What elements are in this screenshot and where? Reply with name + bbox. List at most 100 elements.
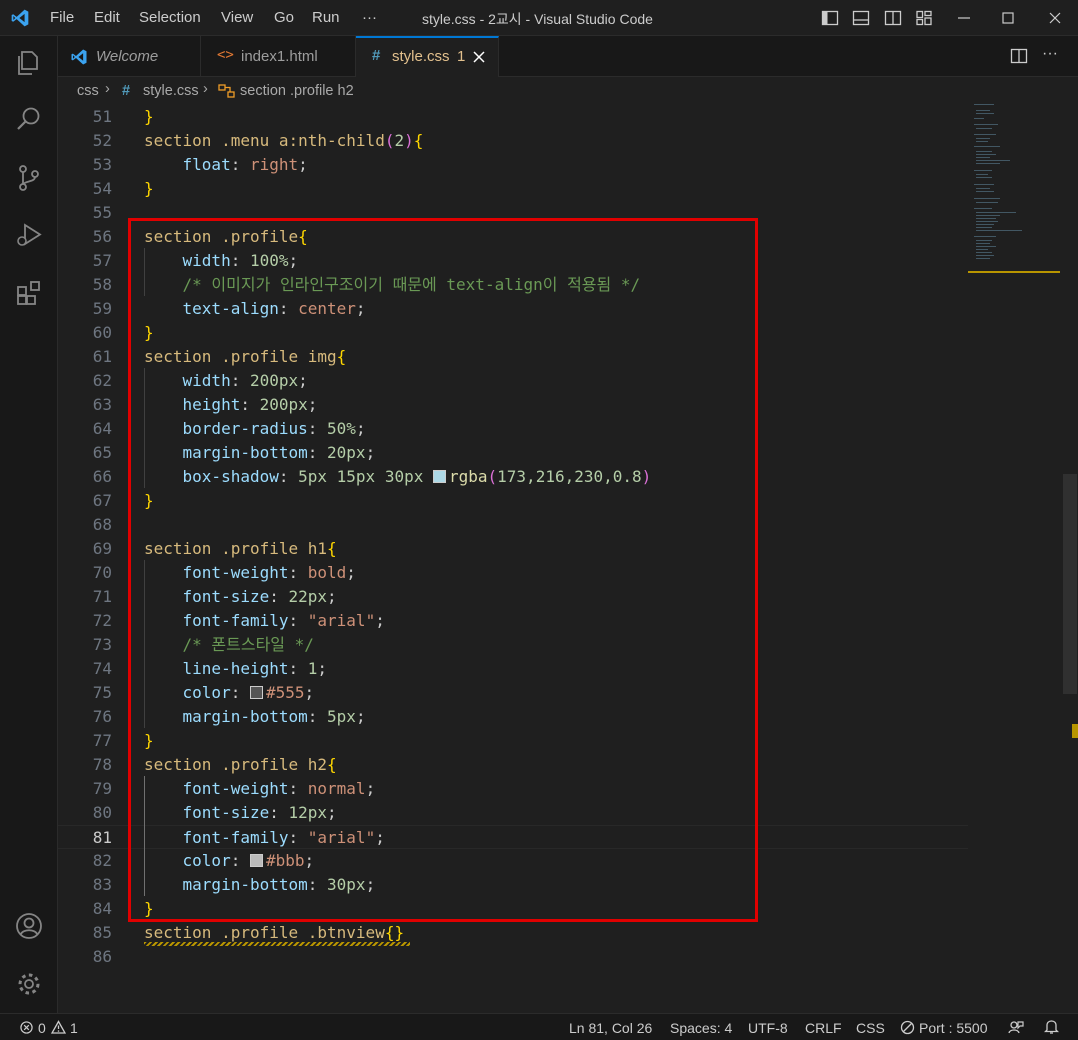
menu-run[interactable]: Run <box>312 9 340 26</box>
indentation[interactable]: Spaces: 4 <box>670 1020 732 1036</box>
code-line[interactable]: 72 font-family: "arial"; <box>58 609 968 633</box>
code-line[interactable]: 78 section .profile h2{ <box>58 753 968 777</box>
code-line[interactable]: 51} <box>58 105 968 129</box>
menu-file[interactable]: File <box>50 9 74 26</box>
code-line[interactable]: 67} <box>58 489 968 513</box>
tab-index1-html[interactable]: <> index1.html <box>201 36 356 77</box>
code-line[interactable]: 74 line-height: 1; <box>58 657 968 681</box>
breadcrumb: css › # style.css › section .profile h2 <box>58 78 1078 104</box>
chevron-right-icon: › <box>203 81 208 97</box>
code-line[interactable]: 60} <box>58 321 968 345</box>
code-line[interactable]: 84} <box>58 897 968 921</box>
encoding[interactable]: UTF-8 <box>748 1020 788 1036</box>
code-line[interactable]: 73 /* 폰트스타일 */ <box>58 633 968 657</box>
minimize-icon[interactable] <box>954 8 974 28</box>
toggle-primary-sidebar-icon[interactable] <box>821 9 839 27</box>
explorer-icon[interactable] <box>13 47 45 79</box>
error-count[interactable]: 0 <box>38 1020 46 1036</box>
breadcrumb-symbol[interactable]: section .profile h2 <box>240 83 354 99</box>
menu-go[interactable]: Go <box>274 9 294 26</box>
code-token: right <box>249 155 299 174</box>
code-line[interactable]: 65 margin-bottom: 20px; <box>58 441 968 465</box>
code-line[interactable]: 59 text-align: center; <box>58 297 968 321</box>
code-token: 200px <box>259 395 308 414</box>
code-line[interactable]: 64 border-radius: 50%; <box>58 417 968 441</box>
code-line[interactable]: 54} <box>58 177 968 201</box>
code-line[interactable]: 61 section .profile img{ <box>58 345 968 369</box>
code-token: : <box>288 563 308 582</box>
code-line[interactable]: 57 width: 100%; <box>58 249 968 273</box>
code-token: ; <box>327 803 337 822</box>
code-token: ; <box>365 443 376 462</box>
code-line[interactable]: 56 section .profile{ <box>58 225 968 249</box>
code-line[interactable]: 80 font-size: 12px; <box>58 801 968 825</box>
color-swatch[interactable] <box>249 686 263 699</box>
code-line[interactable]: 53 float: right; <box>58 153 968 177</box>
tab-welcome[interactable]: Welcome <box>58 36 201 77</box>
close-window-icon[interactable] <box>1045 8 1065 28</box>
vertical-scrollbar[interactable] <box>1060 104 1078 1013</box>
code-line[interactable]: 63 height: 200px; <box>58 393 968 417</box>
code-token: float <box>182 155 231 174</box>
line-number: 84 <box>92 899 112 918</box>
live-server-port[interactable]: Port : 5500 <box>919 1020 988 1036</box>
code-line[interactable]: 77} <box>58 729 968 753</box>
code-line[interactable]: 58 /* 이미지가 인라인구조이기 때문에 text-align이 적용됨 *… <box>58 273 968 297</box>
code-line[interactable]: 66 box-shadow: 5px 15px 30px rgba(173,21… <box>58 465 968 489</box>
code-line[interactable]: 69 section .profile h1{ <box>58 537 968 561</box>
warning-count[interactable]: 1 <box>70 1020 78 1036</box>
toggle-panel-icon[interactable] <box>852 9 870 27</box>
menu-edit[interactable]: Edit <box>94 9 120 26</box>
color-swatch[interactable] <box>432 470 446 483</box>
code-line[interactable]: 75 color: #555; <box>58 681 968 705</box>
cursor-position[interactable]: Ln 81, Col 26 <box>569 1020 652 1036</box>
code-line[interactable]: 52 section .menu a:nth-child(2){ <box>58 129 968 153</box>
language-mode[interactable]: CSS <box>856 1020 885 1036</box>
code-line[interactable]: 76 margin-bottom: 5px; <box>58 705 968 729</box>
toggle-secondary-sidebar-icon[interactable] <box>884 9 902 27</box>
breadcrumb-folder[interactable]: css <box>77 83 99 99</box>
code-line[interactable]: 83 margin-bottom: 30px; <box>58 873 968 897</box>
code-line[interactable]: 86 <box>58 945 968 969</box>
code-line[interactable]: 62 width: 200px; <box>58 369 968 393</box>
code-line[interactable]: 71 font-size: 22px; <box>58 585 968 609</box>
extensions-icon[interactable] <box>13 277 45 309</box>
line-code: } <box>144 105 154 129</box>
code-line[interactable]: 81 font-family: "arial"; <box>58 825 968 849</box>
code-editor[interactable]: 51} 52 section .menu a:nth-child(2){53 flo… <box>58 104 1078 1013</box>
code-line[interactable]: 79 font-weight: normal; <box>58 777 968 801</box>
manage-gear-icon[interactable] <box>13 968 45 1000</box>
accounts-icon[interactable] <box>13 910 45 942</box>
code-token: width <box>182 371 231 390</box>
code-token: : <box>288 779 308 798</box>
code-line[interactable]: 70 font-weight: bold; <box>58 561 968 585</box>
feedback-icon[interactable] <box>1008 1019 1024 1035</box>
run-debug-icon[interactable] <box>13 219 45 251</box>
source-control-icon[interactable] <box>13 162 45 194</box>
line-number: 57 <box>92 251 112 270</box>
close-tab-icon[interactable] <box>472 50 486 64</box>
search-icon[interactable] <box>13 103 45 135</box>
end-of-line[interactable]: CRLF <box>805 1020 842 1036</box>
breadcrumb-file[interactable]: style.css <box>143 83 199 99</box>
menu-selection[interactable]: Selection <box>139 9 201 26</box>
minimap[interactable] <box>968 104 1060 1013</box>
menu-view[interactable]: View <box>221 9 253 26</box>
split-editor-icon[interactable] <box>1010 47 1028 65</box>
code-line[interactable]: 55 <box>58 201 968 225</box>
code-token: } <box>144 179 154 198</box>
maximize-icon[interactable] <box>998 8 1018 28</box>
notifications-bell-icon[interactable] <box>1044 1019 1059 1035</box>
line-code: color: #bbb; <box>144 849 315 873</box>
tab-style-css[interactable]: # style.css 1 <box>356 36 499 77</box>
customize-layout-icon[interactable] <box>915 9 933 27</box>
code-line[interactable]: 68 <box>58 513 968 537</box>
line-code: section .profile h2{ <box>144 753 337 777</box>
scrollbar-thumb[interactable] <box>1063 474 1077 694</box>
more-actions-icon[interactable]: ··· <box>1042 45 1058 63</box>
code-line[interactable]: 82 color: #bbb; <box>58 849 968 873</box>
menu-more[interactable]: ··· <box>362 9 377 26</box>
color-swatch[interactable] <box>249 854 263 867</box>
